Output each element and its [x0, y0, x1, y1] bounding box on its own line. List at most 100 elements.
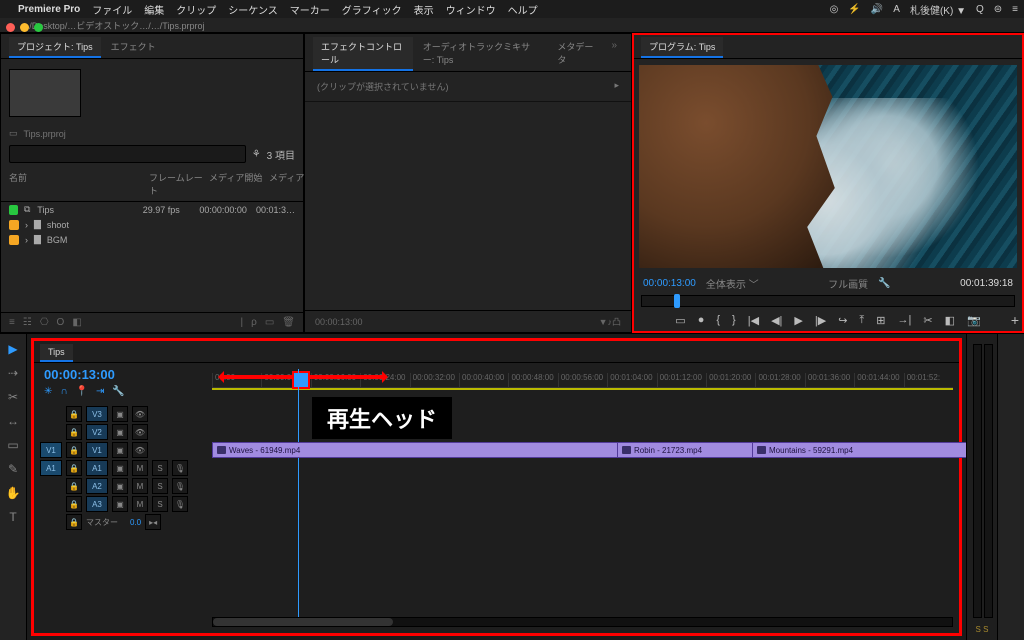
project-row-sequence[interactable]: ⧉ Tips 29.97 fps 00:00:00:00 00:01:3…: [1, 202, 303, 217]
zoom-slider-icon[interactable]: O: [57, 317, 65, 328]
toggle-output-icon[interactable]: ▣: [112, 442, 128, 458]
app-name[interactable]: Premiere Pro: [18, 4, 80, 15]
go-out-icon[interactable]: }: [732, 314, 736, 327]
meter-solo-labels[interactable]: S S: [967, 625, 997, 634]
track-select-tool-icon[interactable]: ⇢: [8, 366, 18, 380]
tab-project[interactable]: プロジェクト: Tips: [9, 37, 101, 58]
track-label[interactable]: A1: [86, 460, 108, 476]
menu-file[interactable]: ファイル: [92, 2, 132, 17]
project-search-input[interactable]: [9, 145, 246, 163]
lock-icon[interactable]: 🔒: [66, 478, 82, 494]
find-icon[interactable]: ρ: [251, 317, 257, 328]
insert-icon[interactable]: ⇥: [96, 386, 104, 397]
track-label[interactable]: V1: [86, 442, 108, 458]
eye-icon[interactable]: 👁: [132, 406, 148, 422]
minimize-icon[interactable]: [20, 23, 29, 32]
track-v1[interactable]: V1🔒V1▣👁 Waves - 61949.mp4 Robin - 21723.…: [40, 441, 953, 459]
col-media[interactable]: メディア: [269, 171, 309, 197]
tab-audio-mixer[interactable]: オーディオトラックミキサー: Tips: [415, 37, 548, 71]
export-frame-icon[interactable]: →|: [898, 314, 912, 327]
track-a3[interactable]: 🔒A3▣MS🎙: [40, 495, 953, 513]
program-quality-select[interactable]: フル画質: [828, 276, 868, 291]
lock-icon[interactable]: 🔒: [66, 514, 82, 530]
zoom-icon[interactable]: [34, 23, 43, 32]
track-label[interactable]: V3: [86, 406, 108, 422]
list-view-icon[interactable]: ≡: [9, 317, 15, 328]
icon-view-icon[interactable]: ☷: [23, 317, 32, 328]
clip-waves[interactable]: Waves - 61949.mp4: [212, 442, 623, 458]
new-bin-icon[interactable]: ▭: [265, 317, 274, 328]
razor-tool-icon[interactable]: ↔: [7, 414, 19, 428]
menu-help[interactable]: ヘルプ: [508, 2, 538, 17]
auto-seq-icon[interactable]: |: [241, 317, 244, 328]
source-patch-v1[interactable]: V1: [40, 442, 62, 458]
clip-mountains[interactable]: Mountains - 59291.mp4: [752, 442, 971, 458]
tab-metadata[interactable]: メタデータ: [549, 37, 603, 71]
tab-sequence[interactable]: Tips: [40, 344, 73, 362]
chevron-right-icon[interactable]: ›: [25, 235, 28, 245]
track-label[interactable]: A3: [86, 496, 108, 512]
frame-fwd-icon[interactable]: |▶: [815, 314, 826, 327]
settings-icon[interactable]: 🔧: [878, 278, 890, 289]
project-row-folder-bgm[interactable]: › ▇ BGM: [1, 232, 303, 247]
play-icon[interactable]: ▶: [794, 314, 802, 327]
status-ime-icon[interactable]: A: [893, 4, 900, 15]
menu-edit[interactable]: 編集: [144, 2, 164, 17]
sequence-thumbnail[interactable]: [9, 69, 81, 117]
settings-icon[interactable]: 🔧: [112, 386, 124, 397]
menu-sequence[interactable]: シーケンス: [228, 2, 278, 17]
tab-program[interactable]: プログラム: Tips: [641, 37, 723, 58]
audio-meter[interactable]: S S: [966, 334, 997, 640]
status-record-icon[interactable]: ◎: [830, 4, 839, 15]
track-label[interactable]: A2: [86, 478, 108, 494]
effect-toggle-icon[interactable]: 凸: [612, 315, 621, 328]
extract-icon[interactable]: ⊞: [876, 314, 885, 327]
lock-icon[interactable]: 🔒: [66, 424, 82, 440]
status-wifi-icon[interactable]: ⚡: [848, 4, 860, 15]
program-scrub-bar[interactable]: [641, 295, 1015, 307]
eye-icon[interactable]: 👁: [132, 442, 148, 458]
lock-icon[interactable]: 🔒: [66, 442, 82, 458]
button-editor-icon[interactable]: +: [1011, 312, 1019, 328]
track-master[interactable]: 🔒マスター0.0▸◂: [40, 513, 953, 531]
mark-out-icon[interactable]: ●: [698, 314, 705, 327]
menu-clip[interactable]: クリップ: [176, 2, 216, 17]
col-media-start[interactable]: メディア開始: [209, 171, 269, 197]
step-fwd-icon[interactable]: ↪: [838, 314, 847, 327]
lock-icon[interactable]: 🔒: [66, 460, 82, 476]
voiceover-icon[interactable]: 🎙: [172, 460, 188, 476]
type-tool-icon[interactable]: T: [9, 510, 16, 524]
clip-robin[interactable]: Robin - 21723.mp4: [617, 442, 758, 458]
source-patch-a1[interactable]: A1: [40, 460, 62, 476]
selection-tool-icon[interactable]: ▶: [8, 342, 17, 356]
track-label[interactable]: V2: [86, 424, 108, 440]
chevron-right-icon[interactable]: ›: [25, 220, 28, 230]
master-value[interactable]: 0.0: [130, 518, 141, 527]
safe-margins-icon[interactable]: ◧: [945, 314, 955, 327]
status-user[interactable]: 札後健(K) ▼: [910, 2, 966, 17]
zoom-handle[interactable]: [213, 618, 393, 626]
program-zoom-select[interactable]: 全体表示 ﹀: [706, 276, 759, 291]
timeline-timecode[interactable]: 00:00:13:00: [44, 367, 115, 382]
timeline-zoom-scroll[interactable]: [212, 617, 953, 627]
pen-tool-icon[interactable]: ✎: [8, 462, 18, 476]
freeform-view-icon[interactable]: ⎔: [40, 317, 49, 328]
go-in-icon[interactable]: {: [716, 314, 720, 327]
toggle-output-icon[interactable]: ▣: [112, 478, 128, 494]
eye-icon[interactable]: 👁: [132, 424, 148, 440]
snap-icon[interactable]: ✳: [44, 386, 52, 397]
snapshot-icon[interactable]: 📷: [967, 314, 981, 327]
status-siri-icon[interactable]: ⊜: [994, 4, 1002, 15]
lift-icon[interactable]: ⤒: [859, 314, 864, 327]
step-back-icon[interactable]: |◀: [748, 314, 759, 327]
work-area-bar[interactable]: [212, 388, 953, 390]
col-framerate[interactable]: フレームレート: [149, 171, 209, 197]
track-v3[interactable]: 🔒V3▣👁: [40, 405, 953, 423]
sort-icon[interactable]: ◧: [72, 317, 81, 328]
toggle-output-icon[interactable]: ▣: [112, 460, 128, 476]
tab-effects[interactable]: エフェクト: [103, 37, 164, 58]
effect-filter-icon[interactable]: ▼: [599, 317, 608, 327]
panel-menu-icon[interactable]: »: [605, 37, 623, 71]
ripple-tool-icon[interactable]: ✂: [8, 390, 18, 404]
program-timecode[interactable]: 00:00:13:00: [643, 278, 696, 289]
